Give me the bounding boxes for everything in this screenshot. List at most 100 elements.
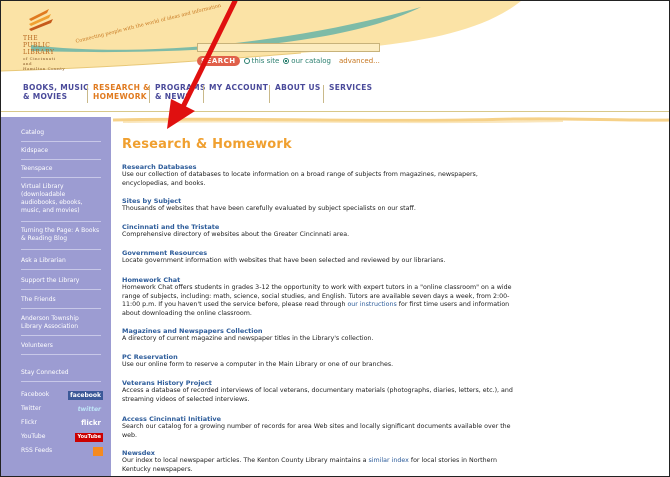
search-option-catalog[interactable]: our catalog (283, 57, 331, 65)
social-twitter[interactable]: Twitter twitter (21, 405, 103, 415)
sidebar-divider (21, 308, 101, 309)
search-option-site[interactable]: this site (243, 57, 280, 65)
search-button[interactable]: SEARCH (197, 56, 240, 66)
nav-label: HOMEWORK (93, 92, 147, 101)
sidebar-item-catalog[interactable]: Catalog (21, 129, 44, 137)
sidebar-item-teenspace[interactable]: Teenspace (21, 165, 52, 173)
nav-separator (149, 85, 150, 103)
radio-icon[interactable] (243, 58, 250, 64)
sidebar-divider (21, 159, 101, 160)
flickr-icon[interactable]: flickr (79, 419, 103, 428)
logo-line: Hamilton County (23, 66, 66, 71)
sidebar-stay-connected-heading: Stay Connected (21, 369, 69, 376)
social-facebook[interactable]: Facebook facebook (21, 391, 103, 401)
sidebar-item-support-the-library[interactable]: Support the Library (21, 277, 79, 285)
entry-link[interactable]: Research Databases (122, 163, 522, 171)
sidebar-divider (21, 221, 101, 222)
entry-description: Our index to local newspaper articles. T… (122, 457, 522, 474)
logo-line: THE (23, 35, 39, 42)
search-controls: SEARCH this site our catalog advanced... (197, 56, 380, 66)
nav-my-account[interactable]: MY ACCOUNT (209, 83, 268, 92)
sidebar-item-anderson-township[interactable]: Anderson Township Library Association (21, 315, 101, 331)
entry-link[interactable]: Access Cincinnati Initiative (122, 415, 522, 423)
sidebar-divider (21, 177, 101, 178)
search-input[interactable] (197, 43, 380, 52)
nav-research-homework[interactable]: RESEARCH & HOMEWORK (93, 83, 150, 101)
nav-label: PROGRAMS (155, 83, 206, 92)
entry-link[interactable]: Magazines and Newspapers Collection (122, 327, 522, 335)
entry-research-databases: Research Databases Use our collection of… (122, 163, 522, 188)
sidebar-item-ask-a-librarian[interactable]: Ask a Librarian (21, 257, 66, 265)
logo-line: LIBRARY (23, 49, 55, 56)
logo-line: PUBLIC (23, 42, 51, 49)
nav-label: BOOKS, MUSIC (23, 83, 89, 92)
site-header: THE PUBLIC LIBRARY of Cincinnati and Ham… (1, 1, 669, 79)
entry-description: Locate government information with websi… (122, 257, 446, 264)
desc-text: Our index to local newspaper articles. T… (122, 457, 369, 464)
sidebar-item-kidspace[interactable]: Kidspace (21, 147, 48, 155)
entry-magazines-newspapers: Magazines and Newspapers Collection A di… (122, 327, 522, 344)
page-title: Research & Homework (122, 137, 292, 152)
entry-sites-by-subject: Sites by Subject Thousands of websites t… (122, 197, 522, 214)
entry-description: Access a database of recorded interviews… (122, 387, 513, 403)
social-label: Facebook (21, 391, 50, 398)
social-label: Twitter (21, 405, 42, 412)
entry-description: Use our online form to reserve a compute… (122, 361, 394, 368)
radio-selected-icon[interactable] (283, 58, 290, 64)
nav-divider (1, 111, 669, 112)
nav-books-music-movies[interactable]: BOOKS, MUSIC & MOVIES (23, 83, 89, 101)
social-label: RSS Feeds (21, 447, 53, 454)
entry-link[interactable]: Cincinnati and the Tristate (122, 223, 522, 231)
nav-separator (269, 85, 270, 103)
entry-description: Use our collection of databases to locat… (122, 171, 478, 187)
sidebar-divider (21, 141, 101, 142)
social-rss[interactable]: RSS Feeds rss (21, 447, 103, 457)
nav-programs-news[interactable]: PROGRAMS & NEWS (155, 83, 206, 101)
entry-link[interactable]: Veterans History Project (122, 379, 522, 387)
search-option-label: this site (251, 57, 280, 65)
entry-link[interactable]: PC Reservation (122, 353, 522, 361)
twitter-icon[interactable]: twitter (76, 405, 103, 414)
nav-label: & NEWS (155, 92, 192, 101)
browser-frame: THE PUBLIC LIBRARY of Cincinnati and Ham… (0, 0, 670, 477)
entry-access-cincinnati: Access Cincinnati Initiative Search our … (122, 415, 522, 440)
entry-description: Homework Chat offers students in grades … (122, 284, 522, 318)
entry-homework-chat: Homework Chat Homework Chat offers stude… (122, 276, 522, 318)
sidebar-divider (21, 381, 101, 382)
advanced-search-link[interactable]: advanced... (339, 57, 380, 65)
facebook-icon[interactable]: facebook (68, 391, 103, 400)
similar-index-link[interactable]: similar index (369, 457, 409, 464)
instructions-link[interactable]: our instructions (347, 301, 396, 308)
sidebar-item-volunteers[interactable]: Volunteers (21, 342, 53, 350)
social-flickr[interactable]: Flickr flickr (21, 419, 103, 429)
youtube-icon[interactable]: YouTube (75, 433, 103, 442)
nav-label: & MOVIES (23, 92, 68, 101)
entry-link[interactable]: Government Resources (122, 249, 522, 257)
sidebar-item-virtual-library[interactable]: Virtual Library (downloadable audiobooks… (21, 183, 101, 215)
library-logo-icon[interactable] (27, 5, 55, 35)
entry-description: A directory of current magazine and news… (122, 335, 374, 342)
sidebar-divider (21, 269, 101, 270)
sidebar-divider (21, 354, 101, 355)
sidebar-divider (21, 249, 101, 250)
entry-link[interactable]: Newsdex (122, 449, 522, 457)
entry-cincinnati-tristate: Cincinnati and the Tristate Comprehensiv… (122, 223, 522, 240)
nav-services[interactable]: SERVICES (329, 83, 372, 92)
sidebar-item-the-friends[interactable]: The Friends (21, 296, 56, 304)
nav-separator (203, 85, 204, 103)
social-label: Flickr (21, 419, 38, 426)
entry-newsdex: Newsdex Our index to local newspaper art… (122, 449, 522, 474)
entry-link[interactable]: Sites by Subject (122, 197, 522, 205)
nav-about-us[interactable]: ABOUT US (275, 83, 321, 92)
entry-link[interactable]: Homework Chat (122, 276, 522, 284)
sidebar-item-turning-the-page[interactable]: Turning the Page: A Books & Reading Blog (21, 227, 105, 243)
nav-separator (323, 85, 324, 103)
brush-stroke-decoration (113, 117, 669, 124)
rss-icon[interactable]: rss (93, 447, 103, 456)
social-youtube[interactable]: YouTube YouTube (21, 433, 103, 443)
search-option-label: our catalog (291, 57, 331, 65)
nav-label: ABOUT US (275, 83, 321, 92)
sidebar-divider (21, 335, 101, 336)
entry-description: Thousands of websites that have been car… (122, 205, 416, 212)
library-logo-text[interactable]: THE PUBLIC LIBRARY of Cincinnati and Ham… (23, 35, 65, 71)
